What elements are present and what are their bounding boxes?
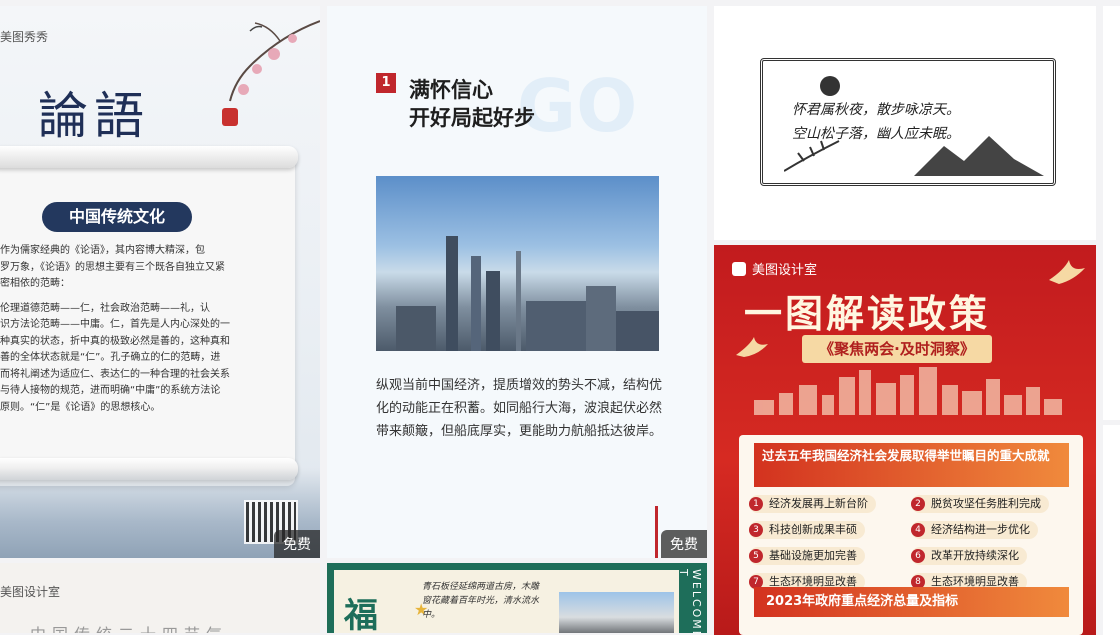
card-inner: 福 ★ 青石板径延绵两道古房，木雕窗花藏着百年时光，清水流水中。 (334, 570, 679, 633)
welcome-text: WELCOME T (677, 569, 703, 633)
headline: 满怀信心 开好局起好步 (409, 76, 535, 132)
brand-label: 美图设计室 (732, 259, 817, 278)
section-number: 1 (376, 73, 396, 93)
text-line: 伦理道德范畴——仁，社会政治范畴——礼，认 (0, 302, 210, 314)
item-label: 改革开放持续深化 (931, 549, 1019, 562)
list-item: 1 经济发展再上新台阶 (749, 495, 876, 513)
scroll-rod-top (0, 146, 298, 168)
list-item: 5 基础设施更加完善 (749, 547, 865, 565)
text-line: 种真实的状态，折中真的极致必然是善的，这种真和 (0, 335, 230, 347)
brand-text: 美图设计室 (752, 263, 818, 278)
template-card-economy[interactable]: GO 1 满怀信心 开好局起好步 纵观当前中国经济，提质增效的势头不减，结构优化… (327, 6, 707, 558)
item-label: 经济发展再上新台阶 (769, 497, 868, 510)
handwritten-text: 青石板径延绵两道古房，木雕窗花藏着百年时光，清水流水中。 (422, 582, 540, 620)
plum-branch-icon (229, 20, 320, 102)
item-label: 科技创新成果丰硕 (769, 523, 857, 536)
moon-icon (820, 76, 840, 96)
partial-card[interactable] (1103, 425, 1120, 635)
item-label: 经济结构进一步优化 (931, 523, 1030, 536)
poster-title: 一图解读政策 (744, 292, 991, 336)
template-card-welcome[interactable]: 福 ★ 青石板径延绵两道古房，木雕窗花藏着百年时光，清水流水中。 WELCOME… (327, 563, 707, 633)
calligraphy-title: 論語 (38, 87, 150, 145)
item-number: 5 (749, 549, 763, 563)
card-title: 中国传统二十四节气 (30, 621, 228, 633)
blossom (238, 84, 249, 95)
panel-header: 过去五年我国经济社会发展取得举世瞩目的重大成就 (754, 443, 1069, 487)
city-silhouette (754, 367, 1062, 415)
accent-bar (655, 506, 658, 558)
poster-subtitle: 《聚焦两会·及时洞察》 (802, 335, 992, 363)
template-card-poem[interactable]: 怀君属秋夜，散步咏凉天。 空山松子落，幽人应未眠。 (714, 6, 1096, 240)
item-label: 脱贫攻坚任务胜利完成 (931, 497, 1041, 510)
list-item: 4 经济结构进一步优化 (911, 521, 1038, 539)
brand-label: 美图设计室 (0, 585, 61, 599)
poem-line: 怀君属秋夜，散步咏凉天。 (792, 102, 960, 118)
headline-line: 满怀信心 (409, 78, 493, 102)
template-card-analects[interactable]: 美图秀秀 論語 中国传统文化 作为儒家经典的《论语》，其内容博大精深，包 罗万象… (0, 6, 320, 558)
article-body: 纵观当前中国经济，提质增效的势头不减，结构优化的动能正在积蓄。如同船行大海，波浪… (376, 378, 663, 439)
template-card-solar-terms[interactable]: 美图设计室 中国传统二十四节气 (0, 563, 320, 633)
item-number: 6 (911, 549, 925, 563)
dove-icon (1049, 260, 1085, 284)
achievements-panel: 过去五年我国经济社会发展取得举世瞩目的重大成就 1 经济发展再上新台阶 2 脱贫攻坚… (739, 435, 1083, 635)
red-seal-icon (222, 108, 238, 126)
text-line: 善的全体状态就是“仁”。孔子确立的仁的范畴，进 (0, 352, 221, 363)
dove-icon (736, 337, 768, 357)
text-line: 作为儒家经典的《论语》，其内容博大精深，包 (0, 245, 205, 256)
mountain-icon (914, 136, 1044, 176)
blossom (252, 64, 262, 74)
partial-card[interactable] (1103, 6, 1120, 420)
item-number: 3 (749, 523, 763, 537)
item-number: 1 (749, 497, 763, 511)
brand-label: 美图秀秀 (0, 30, 49, 44)
panel-footer: 2023年政府重点经济总量及指标 (754, 587, 1069, 617)
item-number: 2 (911, 497, 925, 511)
free-badge: 免费 (661, 530, 707, 558)
brand-logo-icon (732, 262, 746, 276)
blossom (288, 34, 297, 43)
scroll-body-text: 作为儒家经典的《论语》，其内容博大精深，包 罗万象，《论语》的思想主要有三个既各… (0, 243, 272, 416)
text-line: 与待人接物的规范，进而明确“中庸”的系统方法论 (0, 385, 221, 396)
template-card-policy[interactable]: 美图设计室 一图解读政策 《聚焦两会·及时洞察》 过去五年我国经济社会发展取得举… (714, 245, 1096, 635)
fu-character: 福 (344, 596, 378, 633)
pine-branch-icon (784, 140, 840, 172)
text-line: 原则。“仁”是《论语》的思想核心。 (0, 401, 161, 413)
free-badge: 免费 (274, 530, 320, 558)
headline-line: 开好局起好步 (409, 106, 535, 130)
item-number: 4 (911, 523, 925, 537)
watermark-text: GO (517, 64, 638, 148)
text-line: 密相依的范畴： (0, 278, 70, 289)
list-item: 6 改革开放持续深化 (911, 547, 1027, 565)
city-skyline-photo (376, 176, 659, 351)
text-line: 识方法论范畴——中庸。仁，首先是人内心深处的一 (0, 319, 230, 330)
item-label: 基础设施更加完善 (769, 549, 857, 562)
text-line: 而将礼阐述为适应仁、表达仁的一种合理的社会关系 (0, 368, 230, 380)
list-item: 2 脱贫攻坚任务胜利完成 (911, 495, 1049, 513)
section-badge: 中国传统文化 (42, 202, 192, 232)
text-line: 罗万象，《论语》的思想主要有三个既各自独立又紧 (0, 261, 225, 273)
blossom (268, 48, 280, 60)
building-photo (559, 592, 674, 633)
list-item: 3 科技创新成果丰硕 (749, 521, 865, 539)
